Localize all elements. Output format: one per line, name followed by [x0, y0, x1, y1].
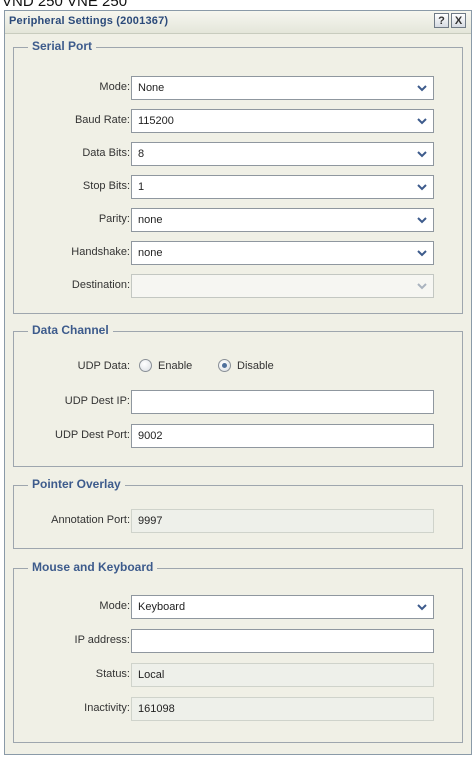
chevron-down-icon[interactable] [413, 277, 431, 295]
page-caption: VND 250 VNE 250 [2, 0, 128, 10]
handshake-select[interactable]: none [131, 241, 434, 265]
data-bits-label: Data Bits: [82, 147, 130, 159]
chevron-down-icon[interactable] [413, 598, 431, 616]
dialog-title: Peripheral Settings (2001367) [9, 15, 169, 27]
mk-mode-label: Mode: [99, 600, 130, 612]
stop-bits-label: Stop Bits: [82, 180, 130, 192]
serial-mode-label: Mode: [99, 81, 130, 93]
chevron-down-icon[interactable] [413, 211, 431, 229]
dialog-titlebar: Peripheral Settings (2001367) ? X [5, 11, 471, 34]
serial-port-group: Serial Port Mode: None Baud Rate: 115200… [13, 39, 463, 314]
udp-disable-label[interactable]: Disable [237, 360, 274, 372]
baud-rate-label: Baud Rate: [74, 114, 130, 126]
udp-disable-radio[interactable] [218, 359, 231, 372]
parity-value: none [138, 214, 163, 226]
status-label: Status: [95, 668, 130, 680]
udp-dest-port-label: UDP Dest Port: [55, 429, 130, 441]
mouse-keyboard-legend: Mouse and Keyboard [28, 560, 158, 574]
data-bits-select[interactable]: 8 [131, 142, 434, 166]
chevron-down-icon[interactable] [413, 145, 431, 163]
ip-address-input[interactable] [131, 629, 434, 653]
serial-mode-select[interactable]: None [131, 76, 434, 100]
help-icon[interactable]: ? [434, 13, 449, 28]
ip-address-label: IP address: [74, 634, 130, 646]
baud-rate-value: 115200 [138, 115, 174, 127]
annotation-port-label: Annotation Port: [51, 514, 130, 526]
udp-enable-label[interactable]: Enable [158, 360, 192, 372]
udp-data-label: UDP Data: [77, 360, 130, 372]
serial-mode-value: None [138, 82, 165, 94]
annotation-port-field: 9997 [131, 509, 434, 533]
stop-bits-select[interactable]: 1 [131, 175, 434, 199]
baud-rate-select[interactable]: 115200 [131, 109, 434, 133]
peripheral-settings-dialog: Peripheral Settings (2001367) ? X Serial… [4, 10, 472, 755]
serial-port-legend: Serial Port [28, 39, 97, 53]
destination-select[interactable] [131, 274, 434, 298]
data-channel-group: Data Channel UDP Data: Enable Disable UD… [13, 323, 463, 467]
parity-select[interactable]: none [131, 208, 434, 232]
inactivity-field: 161098 [131, 697, 434, 721]
status-field: Local [131, 663, 434, 687]
destination-label: Destination: [71, 279, 130, 291]
mk-mode-select[interactable]: Keyboard [131, 595, 434, 619]
handshake-label: Handshake: [71, 246, 130, 258]
parity-label: Parity: [98, 213, 130, 225]
mk-mode-value: Keyboard [138, 601, 186, 613]
pointer-overlay-legend: Pointer Overlay [28, 477, 125, 491]
chevron-down-icon[interactable] [413, 244, 431, 262]
data-channel-legend: Data Channel [28, 323, 113, 337]
data-bits-value: 8 [138, 148, 145, 160]
chevron-down-icon[interactable] [413, 178, 431, 196]
chevron-down-icon[interactable] [413, 79, 431, 97]
udp-dest-ip-input[interactable] [131, 390, 434, 414]
udp-dest-ip-label: UDP Dest IP: [64, 395, 130, 407]
udp-dest-port-input[interactable]: 9002 [131, 424, 434, 448]
mouse-keyboard-group: Mouse and Keyboard Mode: Keyboard IP add… [13, 560, 463, 743]
stop-bits-value: 1 [138, 181, 145, 193]
udp-enable-radio[interactable] [139, 359, 152, 372]
pointer-overlay-group: Pointer Overlay Annotation Port: 9997 [13, 477, 463, 549]
close-icon[interactable]: X [451, 13, 466, 28]
inactivity-label: Inactivity: [84, 702, 130, 714]
chevron-down-icon[interactable] [413, 112, 431, 130]
handshake-value: none [138, 247, 163, 259]
